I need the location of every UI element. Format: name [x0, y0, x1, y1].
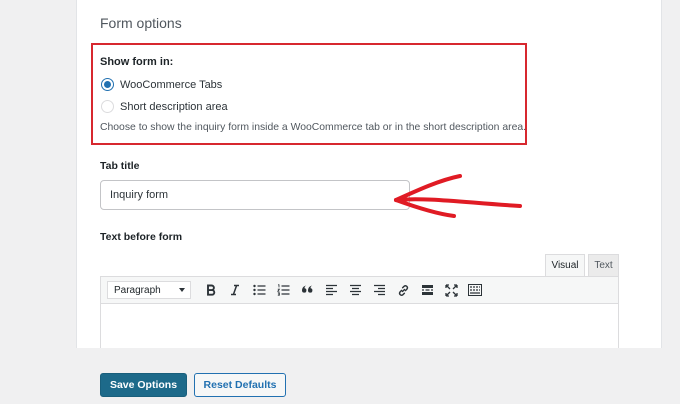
radio-short-description[interactable]: Short description area: [101, 100, 228, 113]
fullscreen-icon[interactable]: [439, 280, 463, 300]
reset-defaults-button[interactable]: Reset Defaults: [194, 373, 286, 397]
radio-label: Short description area: [120, 100, 228, 113]
bullet-list-icon[interactable]: [247, 280, 271, 300]
format-select-value: Paragraph: [114, 284, 161, 296]
bold-icon[interactable]: [199, 280, 223, 300]
section-title: Form options: [100, 15, 182, 31]
editor-toolbar: Paragraph: [100, 276, 619, 304]
text-before-form-label: Text before form: [100, 231, 183, 243]
show-form-label: Show form in:: [100, 56, 174, 68]
editor-content-area[interactable]: [100, 304, 619, 348]
italic-icon[interactable]: [223, 280, 247, 300]
save-options-button[interactable]: Save Options: [100, 373, 187, 397]
radio-label: WooCommerce Tabs: [120, 78, 223, 91]
numbered-list-icon[interactable]: [271, 280, 295, 300]
tab-visual[interactable]: Visual: [545, 254, 585, 276]
toolbar-toggle-icon[interactable]: [463, 280, 487, 300]
red-arrow-icon: [394, 174, 522, 218]
blockquote-icon[interactable]: [295, 280, 319, 300]
align-center-icon[interactable]: [343, 280, 367, 300]
radio-woocommerce-tabs[interactable]: WooCommerce Tabs: [101, 78, 222, 91]
tab-title-input[interactable]: Inquiry form: [100, 180, 410, 210]
tab-title-label: Tab title: [100, 160, 140, 172]
radio-unselected-icon[interactable]: [101, 100, 114, 113]
align-left-icon[interactable]: [319, 280, 343, 300]
chevron-down-icon: [179, 288, 185, 292]
read-more-icon[interactable]: [415, 280, 439, 300]
format-select[interactable]: Paragraph: [107, 281, 191, 299]
show-form-description: Choose to show the inquiry form inside a…: [100, 122, 527, 133]
radio-selected-icon[interactable]: [101, 78, 114, 91]
link-icon[interactable]: [391, 280, 415, 300]
align-right-icon[interactable]: [367, 280, 391, 300]
tab-text[interactable]: Text: [588, 254, 619, 276]
